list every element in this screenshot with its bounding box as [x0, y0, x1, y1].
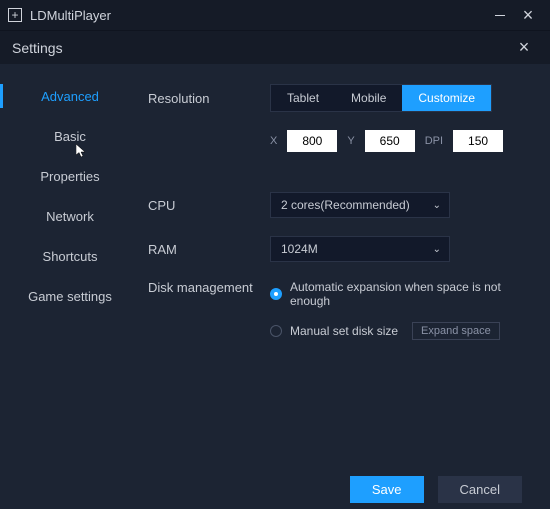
tab-tablet[interactable]: Tablet — [271, 85, 335, 111]
settings-title: Settings — [12, 40, 510, 56]
window-close-button[interactable]: × — [514, 1, 542, 29]
ram-value: 1024M — [281, 242, 318, 256]
sidebar: Advanced Basic Properties Network Shortc… — [0, 64, 140, 469]
sidebar-item-label: Properties — [40, 169, 99, 184]
sidebar-item-properties[interactable]: Properties — [0, 156, 140, 196]
settings-close-button[interactable]: × — [510, 34, 538, 62]
app-title: LDMultiPlayer — [30, 8, 486, 23]
footer: Save Cancel — [0, 469, 550, 509]
sidebar-item-shortcuts[interactable]: Shortcuts — [0, 236, 140, 276]
y-label: Y — [347, 135, 354, 147]
cpu-value: 2 cores(Recommended) — [281, 198, 410, 212]
sidebar-item-label: Advanced — [41, 89, 99, 104]
sidebar-item-basic[interactable]: Basic — [0, 116, 140, 156]
y-input[interactable] — [365, 130, 415, 152]
radio-icon — [270, 325, 282, 337]
chevron-down-icon: ⌄ — [433, 244, 441, 255]
sidebar-item-label: Game settings — [28, 289, 112, 304]
sidebar-item-game-settings[interactable]: Game settings — [0, 276, 140, 316]
chevron-down-icon: ⌄ — [433, 200, 441, 211]
x-input[interactable] — [287, 130, 337, 152]
radio-manual-size[interactable]: Manual set disk size Expand space — [270, 322, 526, 340]
dpi-input[interactable] — [453, 130, 503, 152]
sidebar-item-label: Shortcuts — [43, 249, 98, 264]
radio-label: Automatic expansion when space is not en… — [290, 280, 526, 308]
save-button[interactable]: Save — [350, 476, 424, 503]
cpu-label: CPU — [140, 198, 270, 213]
x-label: X — [270, 135, 277, 147]
minimize-button[interactable] — [486, 1, 514, 29]
expand-space-button[interactable]: Expand space — [412, 322, 500, 340]
ram-label: RAM — [140, 242, 270, 257]
radio-label: Manual set disk size — [290, 324, 398, 338]
disk-label: Disk management — [140, 280, 270, 354]
sidebar-item-advanced[interactable]: Advanced — [0, 76, 140, 116]
resolution-label: Resolution — [140, 91, 270, 106]
radio-icon — [270, 288, 282, 300]
cpu-select[interactable]: 2 cores(Recommended) ⌄ — [270, 192, 450, 218]
tab-customize[interactable]: Customize — [402, 85, 491, 111]
titlebar: + LDMultiPlayer × — [0, 0, 550, 30]
tab-mobile[interactable]: Mobile — [335, 85, 402, 111]
sidebar-item-network[interactable]: Network — [0, 196, 140, 236]
settings-header: Settings × — [0, 30, 550, 64]
dpi-label: DPI — [425, 135, 443, 147]
app-icon: + — [8, 8, 22, 22]
cancel-button[interactable]: Cancel — [438, 476, 522, 503]
content-panel: Resolution Tablet Mobile Customize X Y D… — [140, 64, 550, 469]
resolution-segmented: Tablet Mobile Customize — [270, 84, 492, 112]
sidebar-item-label: Network — [46, 209, 94, 224]
radio-auto-expansion[interactable]: Automatic expansion when space is not en… — [270, 280, 526, 308]
sidebar-item-label: Basic — [54, 129, 86, 144]
ram-select[interactable]: 1024M ⌄ — [270, 236, 450, 262]
